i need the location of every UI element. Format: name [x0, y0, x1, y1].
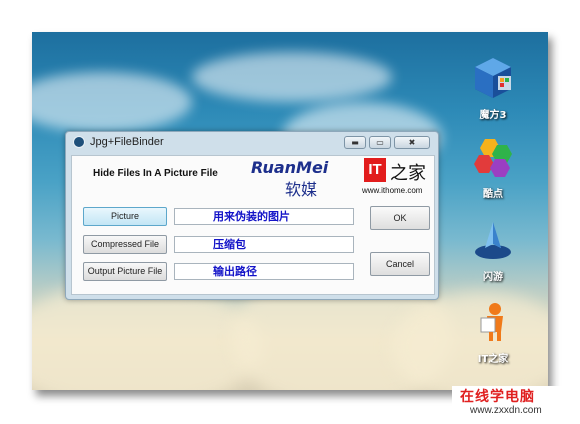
close-button[interactable]: ✖ — [394, 136, 430, 149]
desktop-icon-kudian[interactable]: 酷点 — [458, 135, 528, 200]
desktop-icon-mofang[interactable]: 魔方3 — [458, 56, 528, 121]
window-titlebar[interactable]: Jpg+FileBinder ▬ ▭ ✖ — [66, 132, 438, 154]
cloud — [192, 52, 392, 102]
window-title: Jpg+FileBinder — [90, 136, 164, 148]
itzhijia-icon — [480, 303, 503, 341]
output-picture-file-button[interactable]: Output Picture File — [83, 262, 167, 281]
watermark-url: www.zxxdn.com — [470, 405, 542, 416]
cloud — [32, 72, 192, 132]
shanyou-icon — [475, 222, 511, 259]
cancel-button[interactable]: Cancel — [370, 252, 430, 276]
minimize-button[interactable]: ▬ — [344, 136, 366, 149]
maximize-button[interactable]: ▭ — [369, 136, 391, 149]
desktop-icon-label: IT之家 — [477, 354, 509, 365]
compressed-file-button[interactable]: Compressed File — [83, 235, 167, 254]
watermark-title: 在线学电脑 — [460, 389, 535, 405]
desktop-icon-label: 酷点 — [483, 189, 503, 200]
compressed-file-path-field[interactable]: 压缩包 — [174, 236, 354, 253]
app-icon — [73, 136, 85, 148]
ithome-logo: IT — [364, 158, 386, 182]
desktop-icon-label: 闪游 — [483, 272, 503, 283]
picture-path-field[interactable]: 用来伪装的图片 — [174, 208, 354, 225]
ruanmei-logo-text: RuanMei — [251, 158, 329, 177]
ruanmei-logo-cn: 软媒 — [285, 180, 318, 199]
ithome-url: www.ithome.com — [362, 186, 423, 195]
window-client-area: Hide Files In A Picture File RuanMei 软媒 … — [71, 155, 435, 295]
kudian-icon — [474, 139, 512, 177]
desktop-icon-label: 魔方3 — [479, 110, 507, 121]
output-path-field[interactable]: 输出路径 — [174, 263, 354, 280]
ithome-logo-char: 之家 — [390, 163, 426, 184]
ok-button[interactable]: OK — [370, 206, 430, 230]
desktop-icon-shanyou[interactable]: 闪游 — [458, 218, 528, 283]
desktop-icon-itzhijia[interactable]: IT之家 — [458, 300, 528, 365]
picture-button[interactable]: Picture — [83, 207, 167, 226]
header-label: Hide Files In A Picture File — [93, 168, 218, 179]
filebinder-window: Jpg+FileBinder ▬ ▭ ✖ Hide Files In A Pic… — [65, 131, 439, 300]
mofang-icon — [475, 58, 511, 98]
